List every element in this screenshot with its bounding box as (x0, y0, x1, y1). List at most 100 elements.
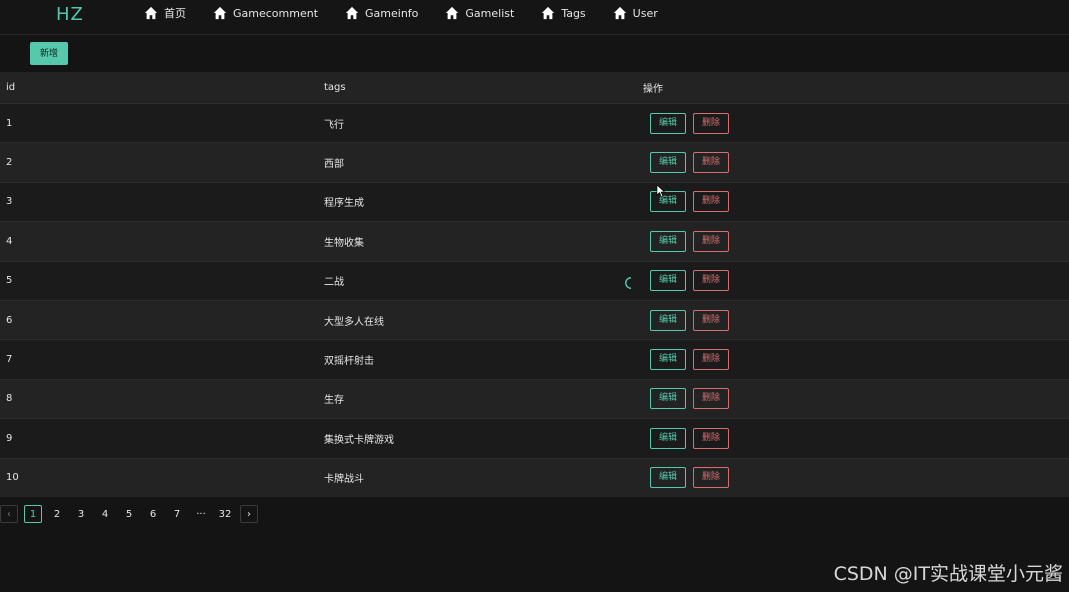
table-body: 1 飞行 编辑 删除 2 西部 编辑 删除 3 程序生成 编辑 删除 4 生物收集 编辑 删除 5 二战 编辑 删除 6… (0, 103, 1069, 497)
tags-table: id tags 操作 1 飞行 编辑 删除 2 西部 编辑 删除 3 程序生成 编辑 删除 4 生物收集编… (0, 72, 1069, 497)
edit-button[interactable]: 编辑 (650, 309, 686, 331)
page-number-button[interactable]: 4 (96, 505, 114, 523)
loading-spinner-icon (625, 277, 632, 289)
edit-button[interactable]: 编辑 (650, 112, 686, 134)
cell-id: 1 (6, 117, 13, 129)
cell-id: 2 (6, 157, 13, 169)
nav-item-gamelist[interactable]: Gamelist (445, 0, 514, 26)
nav-item-gamecomment[interactable]: Gamecomment (213, 0, 318, 26)
page-list: 1 2 3 4 5 6 7 ··· 32 (24, 505, 240, 523)
cell-actions: 编辑 删除 (643, 467, 1069, 489)
cell-tag: 双摇杆射击 (324, 356, 374, 368)
watermark: CSDN @IT实战课堂小元酱 (833, 563, 1063, 585)
table-row: 5 二战 编辑 删除 (0, 260, 1069, 300)
delete-button[interactable]: 删除 (693, 309, 729, 331)
cell-actions: 编辑 删除 (643, 112, 1069, 134)
cell-tag: 大型多人在线 (324, 316, 384, 328)
delete-button[interactable]: 删除 (693, 388, 729, 410)
add-button[interactable]: 新增 (30, 42, 68, 65)
page-number-button[interactable]: 32 (216, 505, 234, 523)
nav-item-user[interactable]: User (613, 0, 658, 26)
page-number-button[interactable]: 7 (168, 505, 186, 523)
edit-button[interactable]: 编辑 (650, 467, 686, 489)
home-icon (213, 6, 227, 20)
logo: HZ (56, 4, 84, 25)
top-navbar: HZ 首页 Gamecomment Gameinfo Gamelist Tags… (0, 0, 1069, 35)
edit-button[interactable]: 编辑 (650, 152, 686, 174)
nav-item-label: Tags (561, 6, 586, 20)
cell-id: 3 (6, 196, 13, 208)
nav-item-label: User (632, 6, 658, 20)
delete-button[interactable]: 删除 (693, 230, 729, 252)
next-page-button[interactable]: › (240, 505, 258, 523)
table-row: 9 集换式卡牌游戏 编辑 删除 (0, 418, 1069, 458)
page-number-button[interactable]: 6 (144, 505, 162, 523)
edit-button[interactable]: 编辑 (650, 427, 686, 449)
delete-button[interactable]: 删除 (693, 427, 729, 449)
prev-page-button[interactable]: ‹ (0, 505, 18, 523)
cell-tag: 程序生成 (324, 198, 364, 210)
cell-actions: 编辑 删除 (643, 230, 1069, 252)
column-header-actions: 操作 (643, 84, 663, 95)
delete-button[interactable]: 删除 (693, 112, 729, 134)
table-row: 6 大型多人在线 编辑 删除 (0, 299, 1069, 340)
nav-item-home[interactable]: 首页 (144, 0, 186, 26)
edit-button[interactable]: 编辑 (650, 349, 686, 371)
mouse-cursor-icon (656, 184, 666, 198)
nav-item-label: 首页 (164, 7, 186, 20)
table-row: 4 生物收集 编辑 删除 (0, 221, 1069, 261)
table-row: 3 程序生成 编辑 删除 (0, 181, 1069, 222)
edit-button[interactable]: 编辑 (650, 270, 686, 292)
delete-button[interactable]: 删除 (693, 191, 729, 213)
nav-item-tags[interactable]: Tags (541, 0, 586, 26)
cell-id: 7 (6, 354, 13, 366)
cell-actions: 编辑 删除 (643, 270, 1069, 292)
column-header-tags: tags (324, 82, 346, 93)
cell-tag: 生物收集 (324, 237, 364, 249)
cell-tag: 卡牌战斗 (324, 474, 364, 486)
pagination: ‹ 1 2 3 4 5 6 7 ··· 32 › (0, 505, 264, 523)
home-icon (542, 6, 555, 20)
cell-id: 10 (6, 472, 19, 484)
cell-id: 8 (6, 393, 13, 405)
cell-id: 9 (6, 432, 13, 444)
cell-actions: 编辑 删除 (643, 152, 1069, 174)
table-header: id tags 操作 (0, 72, 1069, 103)
page-number-button[interactable]: 1 (24, 505, 42, 523)
table-row: 7 双摇杆射击 编辑 删除 (0, 339, 1069, 379)
page-number-button[interactable]: 2 (48, 505, 66, 523)
cell-actions: 编辑 删除 (643, 309, 1069, 331)
nav-item-gameinfo[interactable]: Gameinfo (345, 0, 418, 26)
cell-actions: 编辑 删除 (643, 349, 1069, 371)
home-icon (613, 6, 626, 20)
nav-item-label: Gamecomment (233, 6, 319, 20)
cell-id: 5 (6, 275, 13, 287)
main-nav: 首页 Gamecomment Gameinfo Gamelist Tags Us… (144, 0, 685, 28)
nav-item-label: Gamelist (465, 6, 515, 20)
cell-actions: 编辑 删除 (643, 427, 1069, 449)
delete-button[interactable]: 删除 (693, 152, 729, 174)
nav-item-label: Gameinfo (365, 6, 419, 20)
cell-tag: 集换式卡牌游戏 (324, 434, 394, 446)
cell-tag: 二战 (324, 277, 344, 289)
page-number-button[interactable]: 3 (72, 505, 90, 523)
home-icon (446, 6, 459, 20)
delete-button[interactable]: 删除 (693, 349, 729, 371)
home-icon (345, 6, 359, 20)
cell-actions: 编辑 删除 (643, 388, 1069, 410)
cell-id: 4 (6, 235, 13, 247)
edit-button[interactable]: 编辑 (650, 230, 686, 252)
home-icon (144, 6, 158, 20)
page-number-button[interactable]: 5 (120, 505, 138, 523)
page-ellipsis[interactable]: ··· (192, 505, 210, 523)
cell-actions: 编辑 删除 (643, 191, 1069, 213)
table-row: 8 生存 编辑 删除 (0, 378, 1069, 419)
delete-button[interactable]: 删除 (693, 467, 729, 489)
table-row: 1 飞行 编辑 删除 (0, 103, 1069, 143)
column-header-id: id (6, 82, 16, 93)
table-row: 2 西部 编辑 删除 (0, 142, 1069, 182)
edit-button[interactable]: 编辑 (650, 388, 686, 410)
delete-button[interactable]: 删除 (693, 270, 729, 292)
table-row: 10 卡牌战斗 编辑 删除 (0, 457, 1069, 497)
cell-tag: 生存 (324, 395, 344, 407)
